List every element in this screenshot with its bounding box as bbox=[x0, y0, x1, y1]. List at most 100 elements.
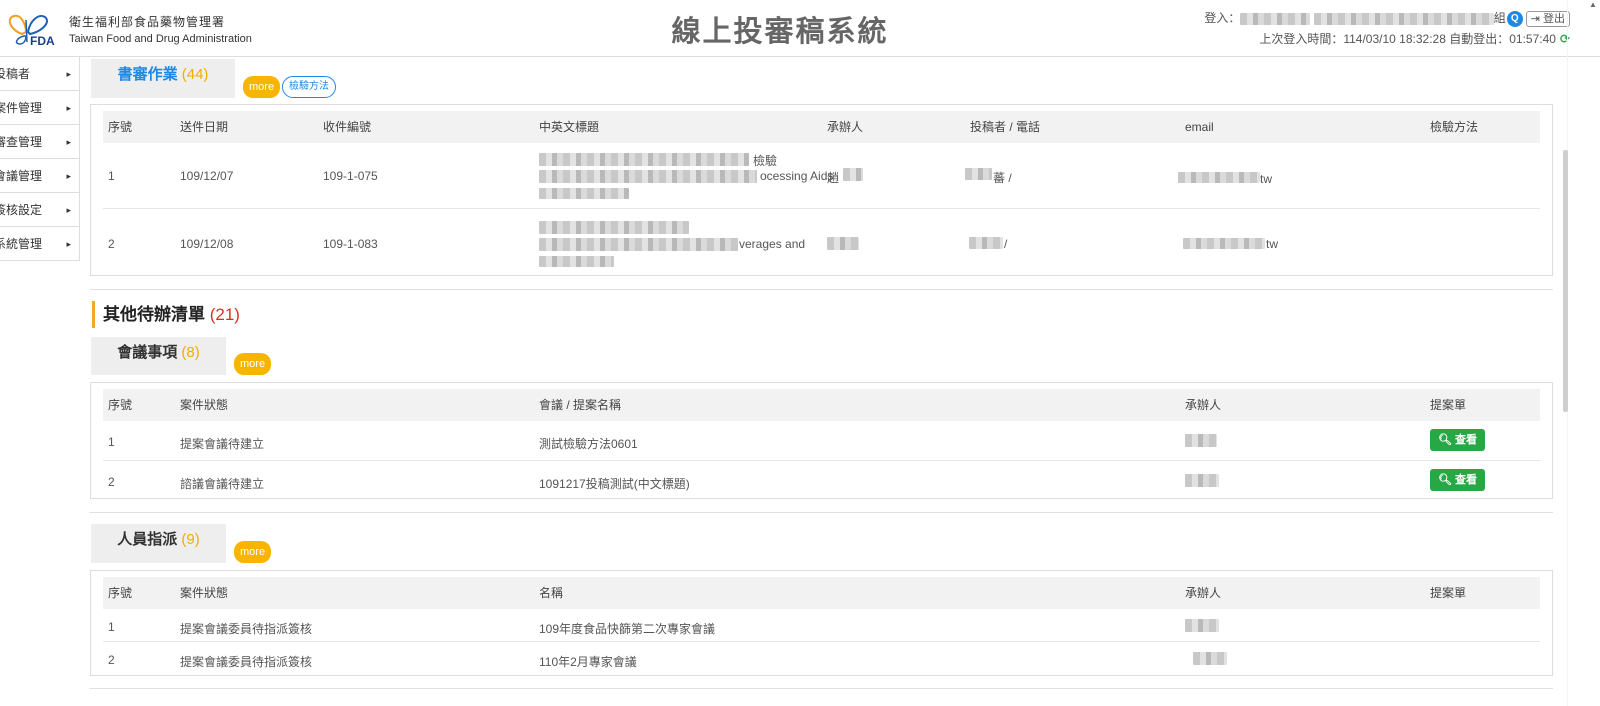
cell-name: 110年2月專家會議 bbox=[539, 655, 637, 669]
sidebar-item-label: 簽核設定 bbox=[0, 203, 43, 217]
blurred-submitter bbox=[969, 237, 1003, 249]
cell-name: 測試檢驗方法0601 bbox=[539, 437, 638, 451]
org-name-en: Taiwan Food and Drug Administration bbox=[69, 33, 252, 45]
divider bbox=[90, 512, 1553, 513]
sidebar-item-system-management[interactable]: 系統管理 ▸ bbox=[0, 227, 79, 261]
blurred-title bbox=[539, 256, 614, 267]
meeting-more-button[interactable]: more bbox=[234, 353, 272, 375]
col-header: 檢驗方法 bbox=[1430, 120, 1479, 134]
cell-name: 109年度食品快篩第二次專家會議 bbox=[539, 622, 716, 636]
scroll-up-arrow-icon[interactable]: ▲ bbox=[1589, 0, 1597, 9]
table-header: 序號 送件日期 收件編號 中英文標題 承辦人 投稿者 / 電話 email 檢驗… bbox=[103, 111, 1540, 143]
cell-title-tail: verages and bbox=[739, 237, 806, 251]
login-user-line: 登入： 組 Q ⇥ 登出 bbox=[1204, 8, 1570, 29]
table-row[interactable]: 1 提案會議委員待指派簽核 109年度食品快篩第二次專家會議 bbox=[103, 609, 1540, 642]
system-title: 線上投審稿系統 bbox=[671, 16, 889, 48]
col-header: 名稱 bbox=[539, 586, 564, 600]
blurred-handler bbox=[1185, 434, 1217, 447]
section-count: (21) bbox=[209, 305, 240, 324]
review-more-button[interactable]: more bbox=[243, 76, 281, 98]
search-icon: 🔍︎ bbox=[1438, 474, 1452, 486]
view-button[interactable]: 🔍︎ 查看 bbox=[1430, 429, 1486, 451]
q-icon[interactable]: Q bbox=[1506, 10, 1523, 27]
sidebar-item-label: 投稿者 bbox=[0, 67, 31, 81]
col-header: 序號 bbox=[108, 398, 133, 412]
table-row[interactable]: 1 109/12/07 109-1-075 檢驗 ocessing Aids 趙… bbox=[103, 143, 1540, 209]
assign-more-button[interactable]: more bbox=[234, 541, 272, 563]
col-header: email bbox=[1185, 120, 1214, 134]
chevron-right-icon: ▸ bbox=[66, 137, 71, 147]
tab-label: 會議事項 bbox=[117, 344, 178, 361]
last-login-text: 上次登入時間：114/03/10 18:32:28 自動登出：01:57:40 bbox=[1259, 32, 1556, 46]
cell-status: 提案會議委員待指派簽核 bbox=[180, 655, 313, 669]
logout-button[interactable]: ⇥ 登出 bbox=[1525, 10, 1570, 27]
blurred-email bbox=[1183, 238, 1265, 249]
scrollbar-thumb[interactable] bbox=[1563, 150, 1568, 412]
sidebar-item-submitter[interactable]: 投稿者 ▸ bbox=[0, 57, 79, 91]
other-todo-heading: 其他待辦清單 (21) bbox=[92, 301, 240, 328]
cell-code: 109-1-083 bbox=[323, 237, 378, 251]
chevron-right-icon: ▸ bbox=[66, 171, 71, 181]
blurred-title bbox=[539, 153, 749, 166]
col-header: 序號 bbox=[108, 586, 133, 600]
blurred-title bbox=[539, 221, 689, 234]
table-header: 序號 案件狀態 名稱 承辦人 提案單 bbox=[103, 577, 1540, 609]
meeting-table-panel: 序號 案件狀態 會議 / 提案名稱 承辦人 提案單 1 提案會議待建立 測試檢驗… bbox=[90, 382, 1553, 499]
search-icon: 🔍︎ bbox=[1438, 434, 1452, 446]
divider bbox=[90, 289, 1553, 290]
chevron-right-icon: ▸ bbox=[66, 239, 71, 249]
refresh-icon[interactable]: ⟳ bbox=[1560, 32, 1570, 46]
table-row[interactable]: 1 提案會議待建立 測試檢驗方法0601 🔍︎ 查看 bbox=[103, 421, 1540, 461]
cell-email: tw bbox=[1260, 172, 1272, 186]
blurred-submitter bbox=[965, 168, 992, 180]
sidebar-item-meeting-management[interactable]: 會議管理 ▸ bbox=[0, 159, 79, 193]
count-badge: (9) bbox=[181, 531, 200, 548]
sidebar-item-signoff-settings[interactable]: 簽核設定 ▸ bbox=[0, 193, 79, 227]
sidebar-item-label: 審查管理 bbox=[0, 135, 43, 149]
table-row[interactable]: 2 109/12/08 109-1-083 verages and / tw bbox=[103, 209, 1540, 275]
count-badge: (44) bbox=[181, 66, 209, 83]
col-header: 案件狀態 bbox=[180, 398, 229, 412]
col-header: 中英文標題 bbox=[539, 120, 600, 134]
cell-title-tail: 檢驗 bbox=[753, 154, 778, 168]
table-header: 序號 案件狀態 會議 / 提案名稱 承辦人 提案單 bbox=[103, 389, 1540, 421]
blurred-handler bbox=[827, 237, 859, 250]
cell-no: 2 bbox=[108, 653, 115, 667]
cell-submitter: 蕃 / bbox=[993, 171, 1012, 185]
tab-meeting-items[interactable]: 會議事項 (8) bbox=[91, 337, 226, 375]
cell-no: 2 bbox=[108, 475, 115, 489]
cell-status: 提案會議委員待指派簽核 bbox=[180, 622, 313, 636]
table-row[interactable]: 2 提案會議委員待指派簽核 110年2月專家會議 bbox=[103, 642, 1540, 675]
tab-staff-assignment[interactable]: 人員指派 (9) bbox=[91, 524, 226, 563]
inspection-method-button[interactable]: 檢驗方法 bbox=[282, 76, 336, 98]
blurred-username bbox=[1240, 12, 1311, 25]
blurred-handler bbox=[1193, 652, 1227, 665]
sidebar-item-label: 系統管理 bbox=[0, 237, 43, 251]
view-button[interactable]: 🔍︎ 查看 bbox=[1430, 469, 1486, 491]
cell-name: 1091217投稿測試(中文標題) bbox=[539, 477, 690, 491]
col-header: 投稿者 / 電話 bbox=[970, 120, 1041, 134]
cell-no: 1 bbox=[108, 435, 115, 449]
fda-logo[interactable]: FDA bbox=[4, 8, 60, 50]
blurred-handler bbox=[1185, 474, 1219, 487]
cell-no: 1 bbox=[108, 620, 115, 634]
sidebar-item-review-management[interactable]: 審查管理 ▸ bbox=[0, 125, 79, 159]
cell-no: 1 bbox=[108, 169, 115, 183]
cell-title-tail: ocessing Aids bbox=[760, 169, 834, 183]
org-name-zh: 衛生福利部食品藥物管理署 bbox=[69, 15, 226, 29]
sidebar-item-case-management[interactable]: 案件管理 ▸ bbox=[0, 91, 79, 125]
cell-date: 109/12/07 bbox=[180, 169, 234, 183]
blurred-handler bbox=[843, 168, 863, 181]
table-row[interactable]: 2 諮議會議待建立 1091217投稿測試(中文標題) 🔍︎ 查看 bbox=[103, 461, 1540, 499]
tab-review-work[interactable]: 書審作業 (44) bbox=[91, 59, 235, 98]
assign-table-panel: 序號 案件狀態 名稱 承辦人 提案單 1 提案會議委員待指派簽核 109年度食品… bbox=[90, 570, 1553, 676]
logo-text: FDA bbox=[30, 34, 55, 48]
cell-code: 109-1-075 bbox=[323, 169, 378, 183]
col-header: 送件日期 bbox=[180, 120, 229, 134]
cell-status: 提案會議待建立 bbox=[180, 437, 265, 451]
login-suffix: 組 bbox=[1493, 11, 1506, 25]
blurred-title bbox=[539, 188, 629, 199]
view-label: 查看 bbox=[1455, 474, 1478, 486]
count-badge: (8) bbox=[181, 344, 200, 361]
chevron-right-icon: ▸ bbox=[66, 205, 71, 215]
